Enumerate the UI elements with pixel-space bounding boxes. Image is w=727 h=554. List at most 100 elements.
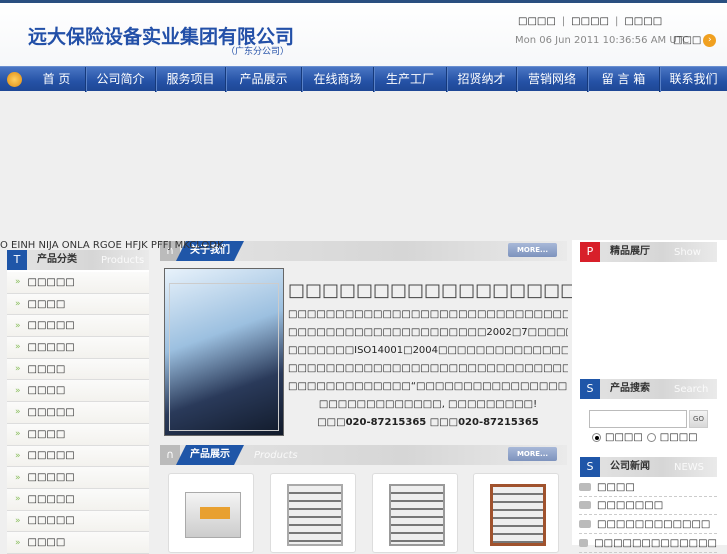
arrow-icon: »	[15, 364, 21, 375]
nav-products[interactable]: 产品展示	[226, 66, 302, 92]
arrow-icon: »	[15, 320, 21, 331]
bullet-icon	[579, 520, 591, 528]
about-heading: □□□□□□□□□□□□□□□□□□□□□□	[288, 280, 663, 301]
category-item[interactable]: » □□□□□	[7, 467, 149, 489]
product-card[interactable]	[473, 473, 559, 553]
product-card[interactable]	[270, 473, 356, 553]
news-item[interactable]: □□□□□□□□□□□□□	[579, 534, 717, 553]
category-item[interactable]: » □□□□	[7, 358, 149, 381]
nav-home[interactable]: 首 页	[28, 66, 86, 92]
about-text: □□□□□□□□□□□□□□□□□□□□□□ □□□□□□□□□□□□□□□□□…	[288, 280, 663, 432]
branch-label: （广东分公司）	[226, 47, 290, 57]
news-header: S 公司新闻 NEWS	[580, 457, 717, 477]
about-line: □□□□□□□□□□□□□□□□□□□□□□□□□□□□□□□□□□□□□□□□…	[288, 309, 568, 320]
search-input[interactable]	[589, 410, 687, 428]
home-button[interactable]: □□□ ›	[673, 34, 717, 47]
nav-about[interactable]: 公司简介	[86, 66, 156, 92]
news-item[interactable]: □□□□□□□□□□□□	[579, 515, 717, 534]
shelf-image	[490, 484, 546, 546]
radio-label: □□□□	[605, 432, 643, 443]
top-link[interactable]: □□□□	[621, 16, 665, 27]
show-en: Show	[674, 246, 701, 258]
category-item[interactable]: » □□□□□	[7, 337, 149, 359]
nav-network[interactable]: 营销网络	[517, 66, 588, 92]
nav-factory[interactable]: 生产工厂	[374, 66, 447, 92]
top-link[interactable]: □□□□	[515, 16, 559, 27]
news-label: □□□□□□□□□□□□□	[594, 537, 717, 549]
nav-services[interactable]: 服务项目	[156, 66, 226, 92]
news-item[interactable]: □□□□	[579, 478, 717, 497]
bullet-icon	[579, 501, 591, 509]
nav-contact[interactable]: 联系我们	[660, 67, 727, 92]
category-item[interactable]: » □□□□□	[7, 315, 149, 338]
about-line: □□□□□□□ISO14001□2004□□□□□□□□□□□□□□□□□□□□…	[288, 345, 568, 356]
product-card[interactable]	[168, 473, 254, 553]
news-item[interactable]: □□□□□□□	[579, 496, 717, 515]
category-item[interactable]: » □□□□□	[7, 272, 149, 294]
category-title: 产品分类	[37, 254, 77, 265]
products-header: ∩ 产品展示 Products MORE...	[160, 445, 567, 465]
about-more-button[interactable]: MORE...	[508, 243, 557, 257]
top-links: □□□□ | □□□□ | □□□□	[515, 16, 665, 27]
news-en: NEWS	[674, 461, 705, 473]
main-nav: 首 页 公司简介 服务项目 产品展示 在线商场 生产工厂 招贤纳才 营销网络 留…	[0, 66, 727, 92]
products-badge: ∩	[160, 445, 180, 465]
nav-logo-icon	[0, 71, 28, 87]
category-item[interactable]: » □□□□	[7, 532, 149, 554]
category-label: □□□□□	[27, 472, 75, 484]
product-card[interactable]	[372, 473, 458, 553]
category-header: T 产品分类 Products	[7, 250, 149, 270]
radio-option-1[interactable]	[592, 433, 601, 442]
shelf-image	[287, 484, 343, 546]
category-item[interactable]: » □□□□□	[7, 510, 149, 533]
category-label: □□□□□	[27, 341, 75, 353]
category-item[interactable]: » □□□□	[7, 380, 149, 403]
news-label: □□□□□□□□□□□□	[597, 518, 711, 530]
nav-guestbook[interactable]: 留 言 箱	[588, 66, 660, 92]
about-line: □□□□□□□□□□□□□“□□□□□□□□□□□□□□□□□□□□□□□□□□…	[288, 381, 568, 392]
safe-image	[185, 492, 241, 538]
arrow-icon: »	[15, 407, 21, 418]
datetime: Mon 06 Jun 2011 10:36:56 AM UTC	[515, 35, 690, 46]
products-more-button[interactable]: MORE...	[508, 447, 557, 461]
arrow-icon: »	[15, 537, 21, 548]
category-label: □□□□□	[27, 276, 75, 288]
arrow-icon: »	[15, 472, 21, 483]
news-title: 公司新闻	[610, 461, 650, 472]
search-type: □□□□ □□□□	[592, 432, 698, 443]
category-en: Products	[101, 254, 145, 266]
products-en: Products	[254, 449, 298, 461]
top-link[interactable]: □□□□	[568, 16, 612, 27]
news-label: □□□□□□□	[597, 499, 664, 511]
go-button[interactable]: GO	[689, 410, 708, 428]
category-item[interactable]: » □□□□	[7, 293, 149, 316]
about-phone: □□□020-87215365 □□□020-87215365	[317, 417, 539, 428]
category-item[interactable]: » □□□□□	[7, 445, 149, 468]
show-header: P 精品展厅 Show	[580, 242, 717, 262]
products-title: 产品展示	[176, 445, 244, 465]
arrow-icon: »	[15, 429, 21, 440]
category-label: □□□□□	[27, 406, 75, 418]
home-label: □□□	[673, 35, 702, 46]
category-label: □□□□	[27, 298, 66, 310]
category-item[interactable]: » □□□□	[7, 423, 149, 446]
arrow-icon: »	[15, 494, 21, 505]
category-label: □□□□	[27, 428, 66, 440]
nav-jobs[interactable]: 招贤纳才	[447, 66, 517, 92]
category-item[interactable]: » □□□□□	[7, 488, 149, 511]
arrow-icon: »	[15, 385, 21, 396]
category-label: □□□□□	[27, 515, 75, 527]
category-label: □□□□	[27, 385, 66, 397]
arrow-icon: ›	[703, 34, 717, 47]
show-title: 精品展厅	[610, 246, 650, 257]
arrow-icon: »	[15, 450, 21, 461]
category-item[interactable]: » □□□□□	[7, 402, 149, 424]
handshake-photo	[164, 268, 284, 436]
arrow-icon: »	[15, 277, 21, 288]
arrow-icon: »	[15, 515, 21, 526]
category-label: □□□□	[27, 537, 66, 549]
search-header: S 产品搜索 Search	[580, 379, 717, 399]
radio-option-2[interactable]	[646, 433, 656, 442]
marquee-text: O EINH NIJA ONLA RGOE HFJK PFFJ MKCLODK	[0, 240, 224, 251]
nav-shop[interactable]: 在线商场	[302, 66, 374, 92]
